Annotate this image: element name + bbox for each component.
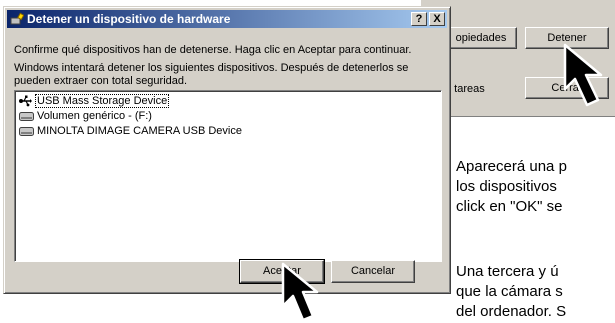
device-list[interactable]: USB Mass Storage Device Volumen genérico…: [14, 90, 442, 262]
device-item-minolta-camera[interactable]: MINOLTA DIMAGE CAMERA USB Device: [19, 124, 242, 138]
title-bar[interactable]: Detener un dispositivo de hardware ? X: [7, 10, 447, 28]
hardware-icon: [10, 12, 24, 25]
usb-icon: [19, 95, 32, 107]
manual-text-line: Aparecerá una p: [456, 158, 567, 175]
pointer-cursor-icon: [281, 262, 319, 322]
manual-text-line: Una tercera y ú: [456, 263, 559, 280]
manual-text-line: del ordenador. S: [456, 303, 567, 320]
properties-button[interactable]: opiedades: [445, 27, 517, 49]
device-label: USB Mass Storage Device: [35, 94, 170, 108]
manual-text-line: los dispositivos: [456, 178, 557, 195]
stop-hardware-dialog: Detener un dispositivo de hardware ? X C…: [3, 6, 451, 294]
info-text-line2: pueden extraer con total seguridad.: [14, 75, 188, 87]
device-label: Volumen genérico - (F:): [37, 110, 152, 122]
help-button[interactable]: ?: [411, 12, 427, 26]
dialog-title: Detener un dispositivo de hardware: [27, 12, 231, 26]
pointer-cursor-icon: [563, 43, 603, 107]
instruction-text: Confirme qué dispositivos han de detener…: [14, 44, 412, 56]
cancel-button[interactable]: Cancelar: [331, 260, 415, 283]
drive-icon: [19, 111, 34, 121]
drive-icon: [19, 126, 34, 136]
device-item-usb-mass-storage[interactable]: USB Mass Storage Device: [19, 94, 170, 108]
manual-text-line: que la cámara s: [456, 283, 563, 300]
info-text-line1: Windows intentará detener los siguientes…: [14, 62, 409, 74]
device-label: MINOLTA DIMAGE CAMERA USB Device: [37, 125, 242, 137]
device-item-generic-volume[interactable]: Volumen genérico - (F:): [19, 109, 152, 123]
close-x-button[interactable]: X: [429, 12, 445, 26]
manual-text-line: click en "OK" se: [456, 198, 563, 215]
